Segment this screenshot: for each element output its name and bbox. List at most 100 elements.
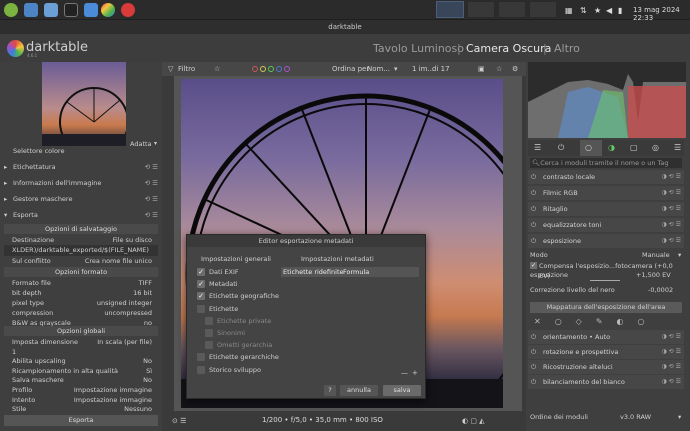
correct-group-icon[interactable]: ▢ [630, 143, 638, 152]
network-icon[interactable]: ⇅ [580, 6, 587, 15]
export-path-input[interactable]: XLDER)/darktable_exported/$(FILE_NAME) [4, 245, 158, 256]
base-group-icon: ○ [585, 143, 592, 152]
color-label-green[interactable] [268, 66, 274, 72]
power-icon: ⏻ [531, 205, 537, 213]
histogram[interactable] [528, 62, 686, 138]
presets-menu-icon[interactable]: ☰ [674, 143, 681, 152]
processing-module[interactable]: ⏻ bilanciamento del bianco ◑ ⟲ ☰ [528, 375, 684, 389]
metadata-option-checkbox[interactable]: Storico sviluppo [197, 365, 317, 375]
grouping-icon[interactable]: ▣ [478, 65, 485, 73]
processing-module[interactable]: ⏻ esposizione ◑ ⟲ ☰ [528, 234, 684, 248]
color-label-blue[interactable] [276, 66, 282, 72]
darktable-app-icon[interactable] [101, 3, 115, 17]
quick-access-icons[interactable]: ⊙ ☰ [172, 417, 186, 425]
save-button[interactable]: salva [383, 385, 421, 396]
image-count: 1 im... [412, 65, 435, 73]
filter-label[interactable]: Filtro [178, 65, 195, 73]
processing-module[interactable]: ⏻ Ritaglio ◑ ⟲ ☰ [528, 202, 684, 216]
export-button[interactable]: Esporta [4, 415, 158, 426]
preferences-icon[interactable]: ⚙ [512, 65, 518, 73]
checkbox-icon [197, 353, 205, 362]
metadata-option-checkbox[interactable]: ✓ Etichette geografiche [197, 291, 317, 301]
checkbox-icon [205, 316, 213, 325]
quick-panel-icon[interactable]: ☰ [534, 143, 541, 152]
module-image-info[interactable]: ▸ Informazioni dell'immagine ⟲ ☰ [4, 178, 158, 189]
desktop-icon[interactable] [24, 3, 38, 17]
view-lighttable[interactable]: Tavolo Luminoso [373, 42, 464, 55]
checkbox-icon [205, 341, 213, 350]
workspace-3[interactable] [498, 1, 526, 18]
volume-icon[interactable]: ◀ [606, 6, 612, 15]
sort-direction-icon[interactable]: ▾ [394, 65, 398, 73]
sort-select[interactable]: Nom... [367, 65, 390, 73]
power-icon: ⏻ [531, 221, 537, 229]
global-option-row[interactable]: Stile Nessuno [4, 404, 158, 415]
navigation-thumbnail[interactable] [42, 62, 126, 146]
star-icon[interactable]: ★ [594, 6, 601, 15]
module-color-picker[interactable]: Selettore colore [4, 146, 158, 157]
view-other[interactable]: Altro [554, 42, 580, 55]
cancel-button[interactable]: annulla [340, 385, 378, 396]
module-group-tabs: ☰ ⏻ ○ ◑ ▢ ◎ ☰ [528, 140, 684, 156]
mask-tools-icons[interactable]: ✕○◇✎◐○ [528, 317, 684, 328]
module-tagging[interactable]: ▸ Etichettatura ⟲ ☰ [4, 162, 158, 173]
workspace-2[interactable] [467, 1, 495, 18]
version: 4.6.1 [27, 53, 38, 58]
module-actions-icons: ◑ ⟲ ☰ [661, 378, 681, 385]
tray-notes-icon[interactable]: ▦ [565, 6, 573, 15]
workspace-4[interactable] [529, 1, 557, 18]
metadata-option-checkbox[interactable]: ✓ Metadati [197, 279, 317, 289]
exposure-slider[interactable]: esposizione +1,500 EV [530, 270, 684, 281]
color-label-yellow[interactable] [260, 66, 266, 72]
processing-module[interactable]: ⏻ equalizzatore toni ◑ ⟲ ☰ [528, 218, 684, 232]
exif-info: 1/200 • f/5,0 • 35,0 mm • 800 ISO [262, 416, 383, 424]
vivaldi-icon[interactable] [121, 3, 135, 17]
area-exposure-mapping-button[interactable]: Mappatura dell'esposizione dell'area [530, 302, 682, 313]
view-darkroom[interactable]: Camera Oscura [466, 42, 551, 55]
redefined-tags-table-header: Etichette ridefinite Formula [281, 267, 419, 277]
checkbox-icon [197, 365, 205, 374]
workspace-1[interactable] [436, 1, 464, 18]
battery-icon[interactable]: ▮ [618, 6, 622, 15]
filter-icon[interactable]: ▽ [168, 65, 173, 73]
bottom-bar: ⊙ ☰ 1/200 • f/5,0 • 35,0 mm • 800 ISO ◐ … [162, 411, 526, 431]
color-label-red[interactable] [252, 66, 258, 72]
bottom-tools-icons[interactable]: ◐ ▢ ◭ [462, 417, 485, 425]
module-search-input[interactable]: 🔍︎Cerca i moduli tramite il nome o un Ta… [530, 158, 682, 168]
module-actions-icons: ◑ ⟲ ☰ [661, 237, 681, 244]
processing-module[interactable]: ⏻ orientamento • Auto ◑ ⟲ ☰ [528, 330, 684, 344]
black-level-slider[interactable]: Correzione livello del nero -0,0002 [530, 285, 684, 295]
metadata-option-checkbox[interactable]: Etichette [197, 304, 317, 314]
folder-icon[interactable] [84, 3, 98, 17]
module-actions-icons: ◑ ⟲ ☰ [661, 221, 681, 228]
metadata-option-checkbox: Ometti gerarchia [205, 340, 325, 350]
color-label-purple[interactable] [284, 66, 290, 72]
module-search-placeholder: Cerca i moduli tramite il nome o un Tag [540, 159, 669, 167]
terminal-icon[interactable] [64, 3, 78, 17]
table-col-tags[interactable]: Etichette ridefinite [283, 268, 344, 276]
processing-module[interactable]: ⏻ rotazione e prospettiva ◑ ⟲ ☰ [528, 345, 684, 359]
processing-module[interactable]: ⏻ contrasto locale ◑ ⟲ ☰ [528, 170, 684, 184]
module-mask-manager[interactable]: ▸ Gestore maschere ⟲ ☰ [4, 194, 158, 205]
module-export[interactable]: ▾ Esporta ⟲ ☰ [4, 210, 158, 221]
files-icon[interactable] [44, 3, 58, 17]
menu-icon[interactable] [4, 3, 18, 17]
processing-module[interactable]: ⏻ Filmic RGB ◑ ⟲ ☰ [528, 186, 684, 200]
table-col-formula[interactable]: Formula [343, 268, 369, 276]
effects-group-icon[interactable]: ◎ [652, 143, 659, 152]
processing-module[interactable]: ⏻ Ricostruzione alteluci ◑ ⟲ ☰ [528, 360, 684, 374]
active-modules-icon[interactable]: ⏻ [558, 143, 564, 153]
checkbox-icon: ✓ [197, 280, 205, 289]
color-group-icon[interactable]: ◑ [608, 143, 615, 152]
module-order[interactable]: Ordine dei moduli v3.0 RAW ▾ [530, 412, 684, 422]
module-actions-icons: ◑ ⟲ ☰ [661, 348, 681, 355]
mode-select[interactable]: Modo Manuale ▾ [530, 250, 684, 260]
add-row-button[interactable]: + [412, 369, 418, 377]
remove-row-button[interactable]: — [401, 369, 408, 377]
on-conflict-select[interactable]: Sul conflitto Crea nome file unico [4, 256, 158, 267]
metadata-option-checkbox[interactable]: Etichette gerarchiche [197, 352, 317, 362]
star-rating-icons[interactable]: ☆ [214, 65, 220, 73]
help-button[interactable]: ? [324, 385, 336, 396]
histogram-graph [528, 74, 686, 138]
overlays-icon[interactable]: ☆ [496, 65, 502, 73]
